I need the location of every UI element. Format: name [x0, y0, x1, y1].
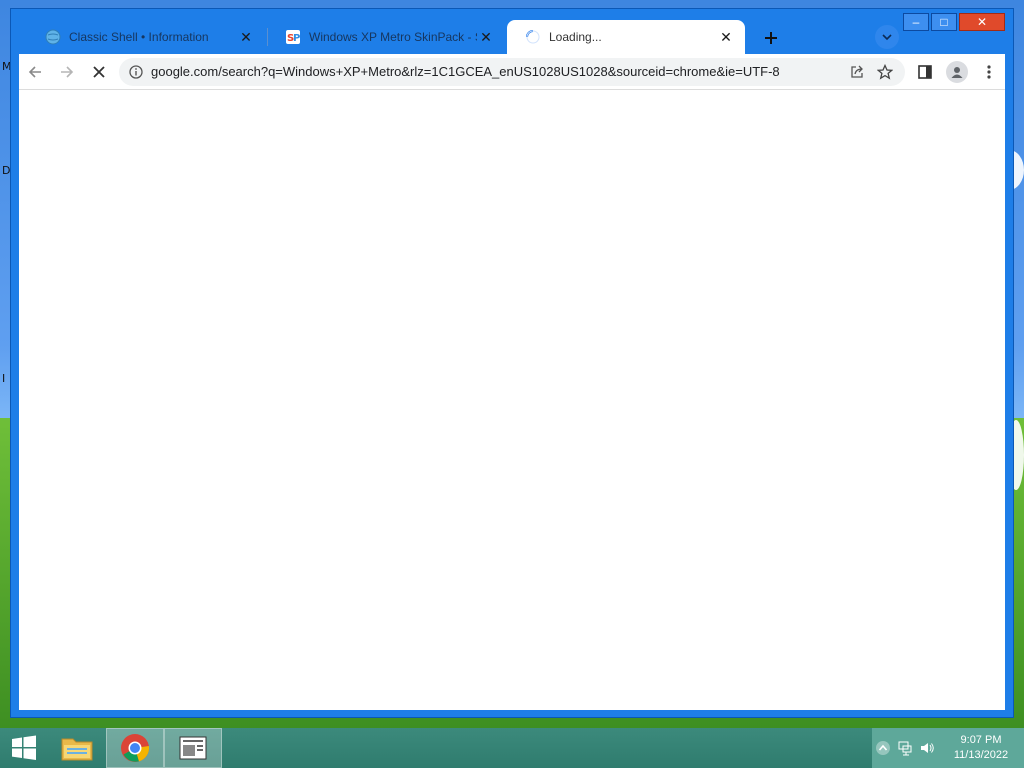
skinpack-icon: SP [285, 29, 301, 45]
stop-button[interactable] [83, 56, 115, 88]
chrome-icon [121, 734, 150, 762]
info-icon[interactable] [127, 63, 145, 81]
start-button[interactable] [0, 728, 48, 768]
svg-text:P: P [293, 33, 300, 44]
bookmark-star-icon[interactable] [871, 58, 899, 86]
browser-window: – □ ✕ Classic Shell • Information ✕ SP W… [10, 8, 1014, 718]
side-panel-icon [918, 64, 932, 79]
side-panel-button[interactable] [909, 56, 941, 88]
tab-title: Windows XP Metro SkinPack - Sk [309, 30, 477, 44]
globe-icon [45, 29, 61, 45]
share-icon[interactable] [843, 58, 871, 86]
profile-button[interactable] [941, 56, 973, 88]
desktop-icon-label: I [2, 372, 6, 385]
menu-button[interactable] [973, 56, 1005, 88]
back-icon [28, 65, 41, 78]
tab-search-button[interactable] [875, 25, 899, 49]
plus-icon [765, 32, 777, 44]
file-explorer-icon [61, 738, 93, 761]
back-button[interactable] [19, 56, 51, 88]
close-icon[interactable]: ✕ [717, 29, 735, 46]
system-tray: 9:07 PM 11/13/2022 [872, 728, 1024, 768]
taskbar-chrome[interactable] [106, 728, 164, 768]
tab-title: Classic Shell • Information [69, 30, 209, 44]
tab-skinpack[interactable]: SP Windows XP Metro SkinPack - Sk ✕ [267, 20, 505, 54]
tab-loading[interactable]: Loading... ✕ [507, 20, 745, 54]
chevron-up-icon [876, 741, 890, 755]
browser-toolbar: google.com/search?q=Windows+XP+Metro&rlz… [19, 54, 1005, 90]
chevron-down-icon [882, 34, 892, 41]
windows-logo-icon [12, 735, 36, 760]
close-icon[interactable]: ✕ [477, 29, 495, 46]
stop-icon [93, 65, 105, 78]
taskbar-file-explorer[interactable] [48, 728, 106, 768]
taskbar: 9:07 PM 11/13/2022 [0, 728, 1024, 768]
network-icon[interactable] [894, 737, 916, 759]
tab-classic-shell[interactable]: Classic Shell • Information ✕ [27, 20, 265, 54]
tab-strip: Classic Shell • Information ✕ SP Windows… [19, 20, 1013, 54]
clock-date: 11/13/2022 [953, 749, 1009, 761]
address-bar[interactable]: google.com/search?q=Windows+XP+Metro&rlz… [119, 57, 905, 86]
tab-title: Loading... [549, 30, 602, 44]
taskbar-reader[interactable] [164, 728, 222, 768]
url-text[interactable]: google.com/search?q=Windows+XP+Metro&rlz… [151, 64, 843, 79]
menu-icon [987, 64, 991, 79]
profile-icon [946, 60, 968, 83]
page-content [19, 90, 1005, 710]
close-icon[interactable]: ✕ [237, 29, 255, 46]
forward-button[interactable] [51, 56, 83, 88]
loading-spinner-icon [525, 29, 541, 45]
reader-icon [179, 736, 207, 760]
clock-time: 9:07 PM [960, 734, 1002, 746]
volume-icon[interactable] [916, 737, 938, 759]
show-hidden-icons-button[interactable] [872, 737, 894, 759]
forward-icon [61, 65, 74, 78]
clock[interactable]: 9:07 PM 11/13/2022 [938, 733, 1024, 763]
new-tab-button[interactable] [757, 24, 785, 52]
